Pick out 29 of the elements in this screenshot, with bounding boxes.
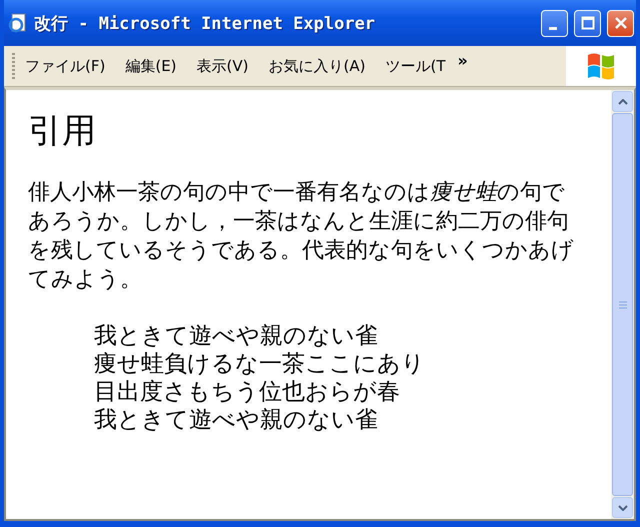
quote-line: 我ときて遊べや親のない雀 (94, 406, 379, 434)
scroll-down-button[interactable] (612, 497, 633, 518)
maximize-button[interactable] (574, 10, 601, 36)
quote-line: 我ときて遊べや親のない雀 (94, 322, 379, 350)
quote-line: 目出度さもちう位也おらが春 (94, 378, 401, 406)
up-caret-icon (618, 98, 628, 104)
flag-logo-icon (585, 51, 617, 81)
scroll-up-button[interactable] (612, 91, 633, 112)
page-heading: 引用 (28, 110, 97, 153)
close-button[interactable] (607, 10, 634, 36)
close-icon (614, 16, 628, 30)
down-caret-icon (618, 504, 628, 510)
page-icon (8, 13, 28, 33)
minimize-button[interactable] (541, 10, 568, 36)
menu-item[interactable]: ファイル(F) (25, 56, 106, 76)
window-title: 改行 - Microsoft Internet Explorer (34, 12, 376, 34)
more-menu-chevron[interactable]: » (457, 50, 468, 70)
menu-item[interactable]: 表示(V) (196, 56, 248, 76)
menu-item[interactable]: ツール(T (385, 56, 446, 76)
grip-icon (618, 300, 626, 308)
menu-item[interactable]: 編集(E) (125, 56, 177, 76)
minimize-icon (549, 26, 557, 30)
scrollbar[interactable] (611, 90, 634, 519)
toolbar-grip[interactable] (12, 53, 15, 79)
menu-item[interactable]: お気に入り(A) (268, 56, 366, 76)
quote-line: 痩せ蛙負けるな一茶ここにあり (94, 350, 426, 378)
scroll-thumb[interactable] (612, 113, 633, 496)
page-paragraph: 俳人小林一茶の句の中で一番有名なのは痩せ蛙の句であろうか。しかし，一茶はなんと生涯に約二万の俳句を残しているそうである。代表的な句をいくつかあげてみよう。 (28, 179, 575, 294)
maximize-icon (580, 16, 594, 30)
